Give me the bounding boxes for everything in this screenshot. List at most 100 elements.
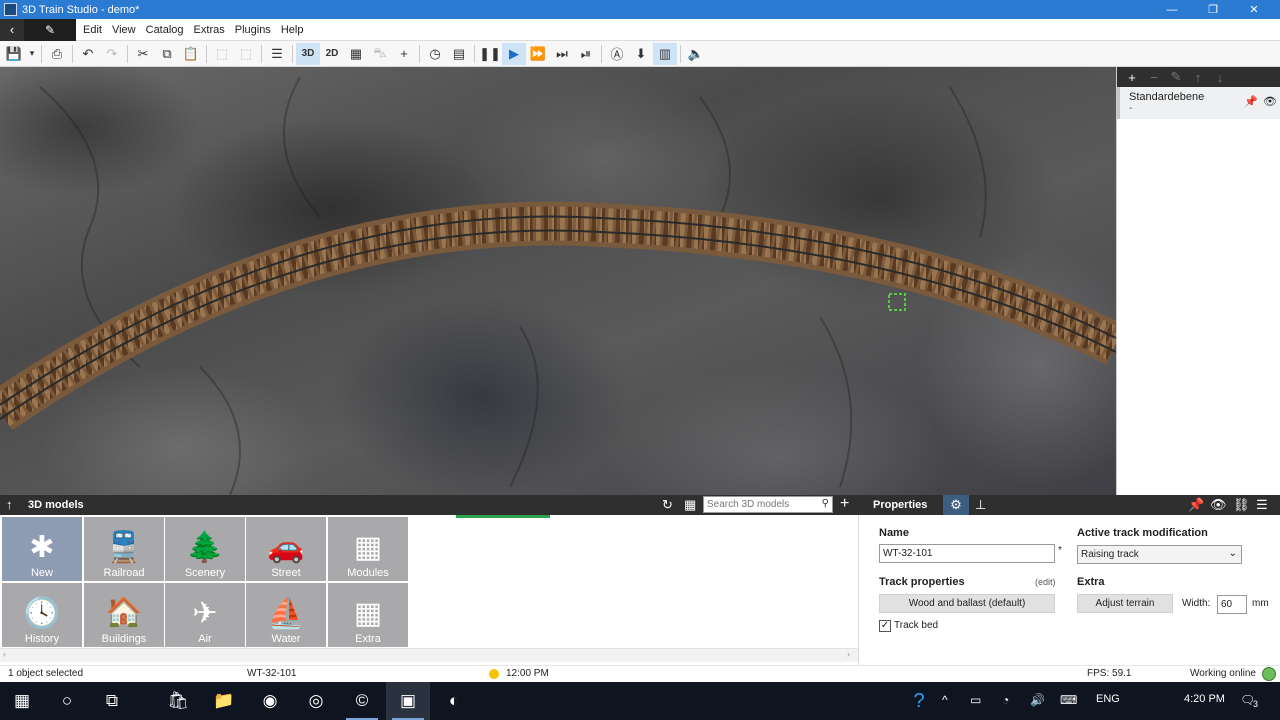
sound-icon[interactable]: 🔈	[684, 43, 708, 65]
save-icon[interactable]: 💾	[2, 43, 26, 65]
group-icon[interactable]: ⬚	[210, 43, 234, 65]
3d-viewport[interactable]	[0, 67, 1116, 495]
globe-icon[interactable]	[1262, 667, 1276, 681]
catalog-tile-buildings[interactable]: 🏠 Buildings	[84, 583, 164, 647]
faster-forward-icon[interactable]: ⏭	[550, 43, 574, 65]
track-properties-button[interactable]: Wood and ballast (default)	[879, 594, 1055, 613]
copy-icon[interactable]: ⧉	[155, 43, 179, 65]
paste-icon[interactable]: 📋	[179, 43, 203, 65]
search-input[interactable]: Search 3D models ⚲	[703, 496, 833, 513]
print-icon[interactable]: ⎙	[45, 43, 69, 65]
keyboard-icon[interactable]: ⌨	[1060, 693, 1077, 707]
menu-icon[interactable]: ☰	[1256, 497, 1268, 513]
app-icon[interactable]: ©	[340, 682, 384, 720]
app-icon[interactable]: ◐	[432, 682, 476, 720]
eye-icon[interactable]: 👁	[1210, 497, 1227, 513]
tile-view-icon[interactable]: ▦	[684, 497, 696, 513]
timetable-icon[interactable]: ▤	[447, 43, 471, 65]
add-icon[interactable]: +	[840, 495, 849, 513]
add-layer-icon[interactable]: +	[1121, 70, 1143, 85]
pin-icon[interactable]: 📌	[1188, 497, 1204, 513]
pause-icon[interactable]: ❚❚	[478, 43, 502, 65]
list-icon[interactable]: ☰	[265, 43, 289, 65]
language-indicator[interactable]: ENG	[1096, 693, 1120, 705]
step-icon[interactable]: ⏯	[574, 43, 598, 65]
expand-up-icon[interactable]: ↑	[6, 497, 13, 512]
volume-icon[interactable]: 🔊	[1030, 693, 1045, 707]
undo-icon[interactable]: ↶	[76, 43, 100, 65]
adjust-terrain-button[interactable]: Adjust terrain	[1077, 594, 1173, 613]
edit-link[interactable]: (edit)	[1035, 577, 1056, 587]
axis-icon[interactable]: ⊥	[975, 497, 986, 513]
move-up-icon[interactable]: ↑	[1187, 70, 1209, 85]
move-down-icon[interactable]: ↓	[1209, 70, 1231, 85]
ungroup-icon[interactable]: ⬚	[234, 43, 258, 65]
file-explorer-icon[interactable]: 📁	[202, 682, 246, 720]
scroll-right-icon[interactable]: ›	[847, 649, 850, 659]
view-3d-button[interactable]: 3D	[296, 42, 320, 65]
refresh-icon[interactable]: ↻	[662, 497, 673, 513]
menu-view[interactable]: View	[107, 24, 141, 36]
start-icon[interactable]: ▦	[0, 682, 44, 720]
cortana-icon[interactable]: ○	[45, 682, 89, 720]
layer-item[interactable]: Standardebene - 📌 👁	[1117, 87, 1280, 119]
rail-icon[interactable]: ▥	[653, 42, 677, 65]
rename-layer-icon[interactable]: ✎	[1165, 69, 1187, 85]
name-field[interactable]: WT-32-101	[879, 544, 1055, 563]
help-icon[interactable]: ?	[897, 682, 941, 720]
minimize-button[interactable]: —	[1152, 0, 1192, 19]
horizontal-scrollbar[interactable]: ‹ ›	[0, 648, 858, 662]
chrome-icon[interactable]: ◉	[248, 682, 292, 720]
store-icon[interactable]: 🛍	[156, 682, 200, 720]
add-icon[interactable]: +	[392, 43, 416, 65]
fast-forward-icon[interactable]: ⏩	[526, 43, 550, 65]
menu-edit[interactable]: Edit	[78, 24, 107, 36]
cut-icon[interactable]: ✂	[131, 43, 155, 65]
grid-icon[interactable]: ▦	[344, 43, 368, 65]
back-button[interactable]: ‹	[0, 18, 24, 41]
catalog-tile-water[interactable]: ⛵ Water	[246, 583, 326, 647]
gear-icon[interactable]: ⚙	[943, 495, 969, 515]
catalog-tile-scenery[interactable]: 🌲 Scenery	[165, 517, 245, 581]
link-icon[interactable]: ⛓	[1233, 497, 1250, 513]
redo-icon[interactable]: ↷	[100, 43, 124, 65]
remove-layer-icon[interactable]: −	[1143, 70, 1165, 85]
text-icon[interactable]: Ⓐ	[605, 43, 629, 65]
browser-icon[interactable]: ◎	[294, 682, 338, 720]
view-2d-button[interactable]: 2D	[320, 43, 344, 65]
train-icon[interactable]: ⛍	[368, 43, 392, 65]
track-bed-checkbox[interactable]: ✓	[879, 620, 891, 632]
menu-extras[interactable]: Extras	[189, 24, 230, 36]
wifi-icon[interactable]: ◔	[1002, 693, 1009, 707]
width-input[interactable]: 60	[1217, 595, 1247, 614]
task-view-icon[interactable]: ⧉	[90, 682, 134, 720]
maximize-button[interactable]: ❐	[1193, 0, 1233, 19]
catalog-tile-new[interactable]: ✱ New	[2, 517, 82, 581]
menu-help[interactable]: Help	[276, 24, 309, 36]
chevron-up-icon[interactable]: ^	[942, 693, 948, 707]
track-modification-select[interactable]: Raising track ⌄	[1077, 545, 1242, 564]
pin-icon[interactable]: 📌	[1244, 95, 1258, 108]
menu-plugins[interactable]: Plugins	[230, 24, 276, 36]
clock-icon[interactable]: ◷	[423, 43, 447, 65]
catalog-tile-street[interactable]: 🚗 Street	[246, 517, 326, 581]
train-track[interactable]	[0, 201, 1116, 431]
selection-marker-icon[interactable]	[888, 293, 906, 311]
save-dropdown-icon[interactable]: ▾	[26, 43, 38, 65]
eye-icon[interactable]: 👁	[1263, 95, 1277, 108]
search-icon[interactable]: ⚲	[822, 498, 829, 509]
battery-icon[interactable]: ▭	[970, 693, 981, 707]
play-icon[interactable]: ▶	[502, 42, 526, 65]
download-icon[interactable]: ⬇	[629, 43, 653, 65]
scroll-left-icon[interactable]: ‹	[3, 649, 6, 659]
catalog-tile-history[interactable]: 🕓 History	[2, 583, 82, 647]
catalog-tile-modules[interactable]: ▦ Modules	[328, 517, 408, 581]
close-button[interactable]: ✕	[1234, 0, 1274, 19]
catalog-tile-extra[interactable]: ▦ Extra	[328, 583, 408, 647]
menu-catalog[interactable]: Catalog	[141, 24, 189, 36]
edit-mode-icon[interactable]: ✎	[24, 18, 76, 41]
clock[interactable]: 4:20 PM	[1184, 693, 1225, 705]
3d-train-studio-icon[interactable]: ▣	[386, 682, 430, 720]
catalog-tile-railroad[interactable]: 🚆 Railroad	[84, 517, 164, 581]
catalog-tile-air[interactable]: ✈ Air	[165, 583, 245, 647]
